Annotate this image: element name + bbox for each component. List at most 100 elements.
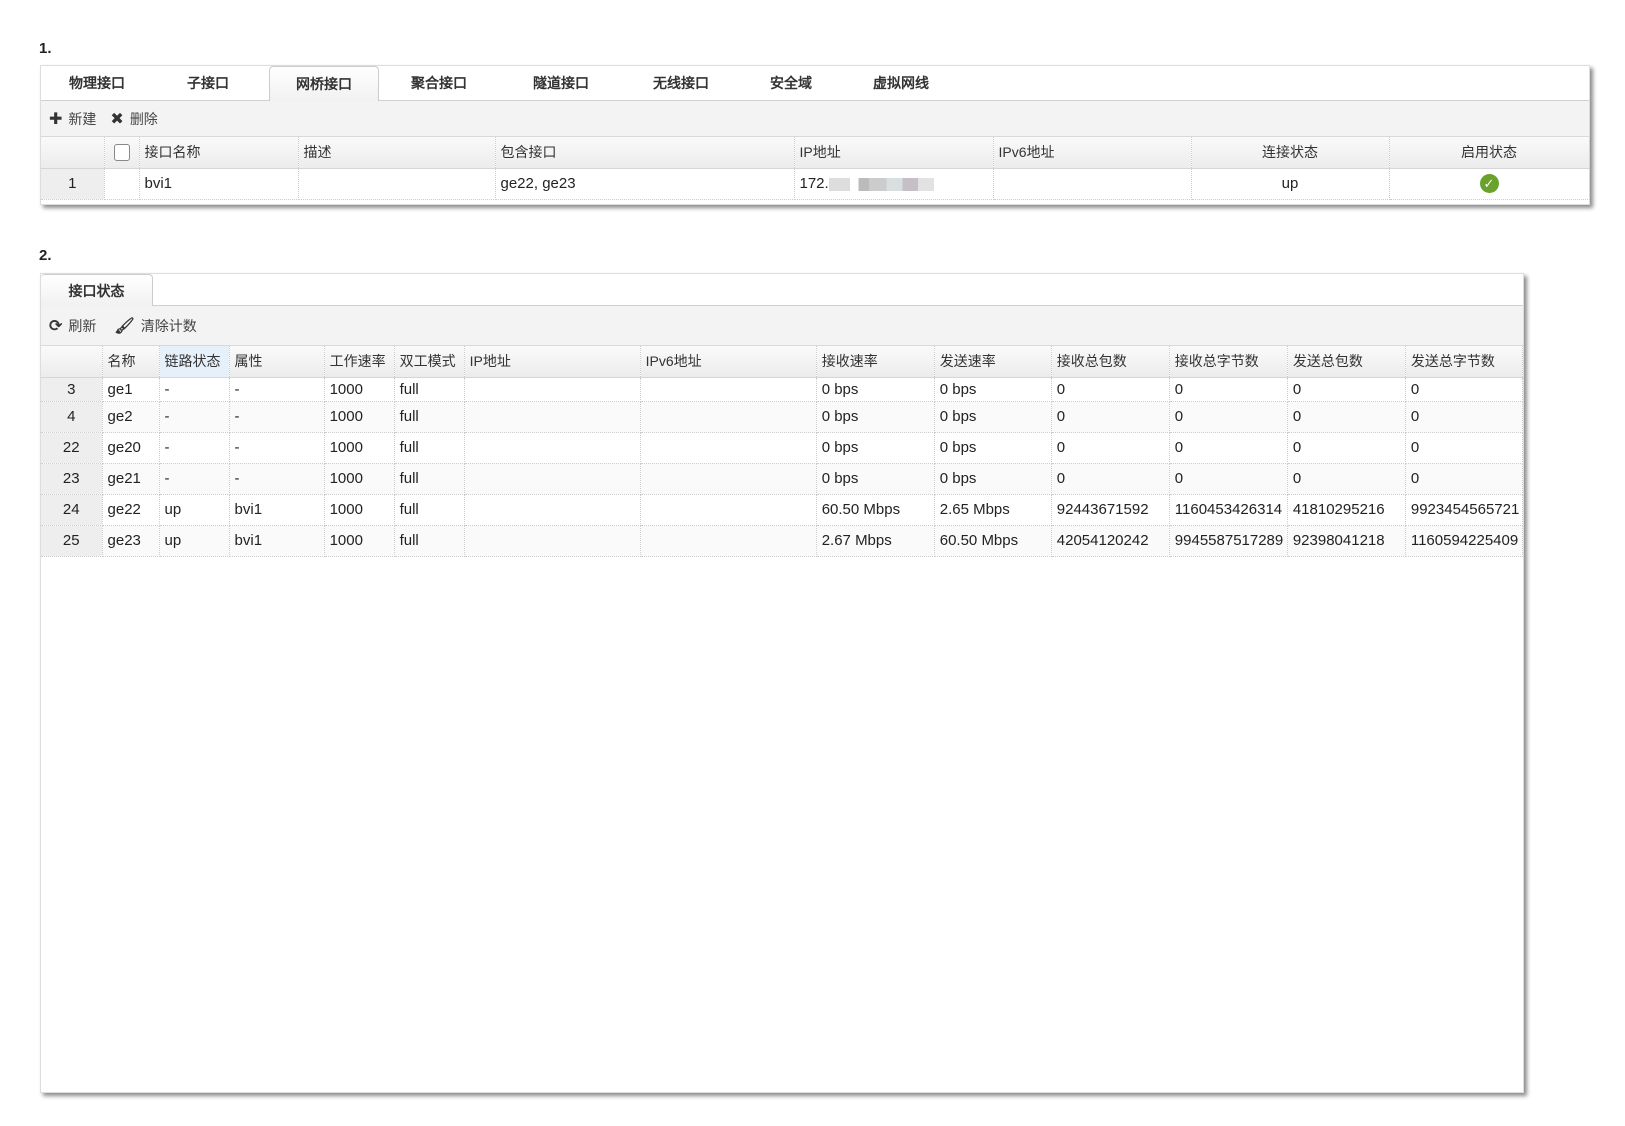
interface-name: bvi1: [139, 168, 299, 200]
table-row[interactable]: 22 ge20- -1000 full 0 bps 0 bps 0 0 0 0: [41, 432, 1524, 464]
bridge-table: 接口名称 描述 包含接口 IP地址 IPv6地址 连接状态 启用状态 1 bvi…: [41, 137, 1590, 200]
cell-tx-packets: 92398041218: [1287, 525, 1406, 557]
cell-tx-bytes: 0: [1405, 401, 1524, 433]
col-duplex[interactable]: 双工模式: [394, 346, 465, 378]
ip-prefix: 172.: [799, 175, 829, 192]
cell-rx-packets: 42054120242: [1051, 525, 1170, 557]
cell-name: ge23: [102, 525, 160, 557]
col-rx-packets[interactable]: 接收总包数: [1051, 346, 1170, 378]
cell-rx-rate: 60.50 Mbps: [816, 494, 935, 526]
tab-bridge[interactable]: 网桥接口: [269, 66, 379, 101]
cell-rx-bytes: 0: [1169, 463, 1288, 495]
row-number-header: [41, 346, 103, 378]
row-number: 4: [41, 401, 103, 433]
table-row[interactable]: 24 ge22 up bvi1 1000 full 60.50 Mbps 2.65 Mbps 9…: [41, 494, 1524, 526]
col-members[interactable]: 包含接口: [495, 137, 795, 169]
row-checkbox[interactable]: [104, 168, 140, 200]
cell-duplex: full: [394, 525, 465, 557]
col-desc[interactable]: 描述: [298, 137, 496, 169]
col-tx-bytes[interactable]: 发送总字节数: [1405, 346, 1524, 378]
row-number: 3: [41, 377, 103, 402]
cell-ipv6: [640, 525, 817, 557]
cell-speed: 1000: [324, 463, 395, 495]
cell-duplex: full: [394, 463, 465, 495]
cell-attribute: -: [229, 377, 325, 402]
col-ipv6[interactable]: IPv6地址: [993, 137, 1192, 169]
row-number-header: [41, 137, 105, 169]
cell-tx-rate: 0 bps: [934, 432, 1052, 464]
interface-status-panel: 接口状态 ⟳ 刷新 🖌 清除计数 名称 链路状态 属性 工作速率 双工模式 IP地址 IPv6地…: [40, 273, 1524, 1093]
col-ipv6[interactable]: IPv6地址: [640, 346, 817, 378]
cell-name: ge2: [102, 401, 160, 433]
table-header: 接口名称 描述 包含接口 IP地址 IPv6地址 连接状态 启用状态: [41, 137, 1590, 169]
tab-physical[interactable]: 物理接口: [41, 66, 153, 101]
tab-vwire[interactable]: 虚拟网线: [841, 66, 961, 101]
cell-speed: 1000: [324, 401, 395, 433]
table-row[interactable]: 1 bvi1 ge22, ge23 172. up ✓: [41, 168, 1590, 200]
cell-tx-bytes: 1160594225409: [1405, 525, 1524, 557]
cell-ipv6: [640, 377, 817, 402]
select-all-checkbox[interactable]: [104, 137, 140, 169]
cell-link-status: -: [159, 377, 230, 402]
row-number: 22: [41, 432, 103, 464]
refresh-label: 刷新: [68, 317, 97, 334]
table-row[interactable]: 25 ge23 up bvi1 1000 full 2.67 Mbps 60.50 Mbps 4…: [41, 525, 1524, 557]
tab-tunnel[interactable]: 隧道接口: [501, 66, 621, 101]
col-name[interactable]: 名称: [102, 346, 160, 378]
clear-label: 清除计数: [140, 317, 197, 334]
brush-icon: 🖌: [114, 317, 135, 335]
section-2-label: 2.: [39, 247, 52, 264]
table-row[interactable]: 4 ge2- -1000 full 0 bps 0 bps 0 0 0 0: [41, 401, 1524, 433]
cell-duplex: full: [394, 494, 465, 526]
ipv6-address: [993, 168, 1192, 200]
delete-button[interactable]: ✖ 删除: [110, 109, 157, 129]
clear-counters-button[interactable]: 🖌 清除计数: [114, 316, 196, 336]
col-link[interactable]: 连接状态: [1191, 137, 1390, 169]
tab-zone[interactable]: 安全域: [741, 66, 841, 101]
interface-status-table: 名称 链路状态 属性 工作速率 双工模式 IP地址 IPv6地址 接收速率 发送速率 接收总包数接…: [41, 346, 1524, 557]
cell-ipv6: [640, 401, 817, 433]
col-speed[interactable]: 工作速率: [324, 346, 395, 378]
cell-speed: 1000: [324, 525, 395, 557]
table-row[interactable]: 3 ge1- -1000 full 0 bps 0 bps 0 0 0 0: [41, 377, 1524, 402]
col-tx-packets[interactable]: 发送总包数: [1287, 346, 1406, 378]
cell-tx-rate: 0 bps: [934, 463, 1052, 495]
refresh-icon: ⟳: [49, 317, 63, 335]
redacted-ip: [828, 177, 934, 191]
new-button[interactable]: ✚ 新建: [49, 109, 96, 129]
cell-ip: [464, 463, 641, 495]
refresh-button[interactable]: ⟳ 刷新: [49, 316, 96, 336]
tab-sub[interactable]: 子接口: [153, 66, 263, 101]
col-link-status[interactable]: 链路状态: [159, 346, 230, 378]
cell-rx-packets: 0: [1051, 432, 1170, 464]
interface-tabs: 物理接口 子接口 网桥接口 聚合接口 隧道接口 无线接口 安全域 虚拟网线: [41, 66, 1589, 101]
col-ip[interactable]: IP地址: [794, 137, 994, 169]
tab-aggregate[interactable]: 聚合接口: [379, 66, 499, 101]
col-tx-rate[interactable]: 发送速率: [934, 346, 1052, 378]
tab-interface-status[interactable]: 接口状态: [41, 274, 153, 306]
col-rx-rate[interactable]: 接收速率: [816, 346, 935, 378]
tab-wireless[interactable]: 无线接口: [621, 66, 741, 101]
cell-rx-rate: 0 bps: [816, 463, 935, 495]
cell-duplex: full: [394, 432, 465, 464]
link-status: up: [1191, 168, 1390, 200]
col-name[interactable]: 接口名称: [139, 137, 299, 169]
cell-ip: [464, 401, 641, 433]
cell-ip: [464, 525, 641, 557]
cell-link-status: -: [159, 463, 230, 495]
cell-tx-packets: 41810295216: [1287, 494, 1406, 526]
cell-ipv6: [640, 432, 817, 464]
col-ip[interactable]: IP地址: [464, 346, 641, 378]
new-label: 新建: [68, 110, 97, 127]
col-rx-bytes[interactable]: 接收总字节数: [1169, 346, 1288, 378]
cell-tx-rate: 60.50 Mbps: [934, 525, 1052, 557]
cell-attribute: bvi1: [229, 525, 325, 557]
section-1-label: 1.: [39, 40, 52, 57]
col-enabled[interactable]: 启用状态: [1389, 137, 1590, 169]
cell-name: ge22: [102, 494, 160, 526]
table-row[interactable]: 23 ge21- -1000 full 0 bps 0 bps 0 0 0 0: [41, 463, 1524, 495]
cell-speed: 1000: [324, 432, 395, 464]
cell-rx-bytes: 9945587517289: [1169, 525, 1288, 557]
col-attribute[interactable]: 属性: [229, 346, 325, 378]
cell-speed: 1000: [324, 494, 395, 526]
